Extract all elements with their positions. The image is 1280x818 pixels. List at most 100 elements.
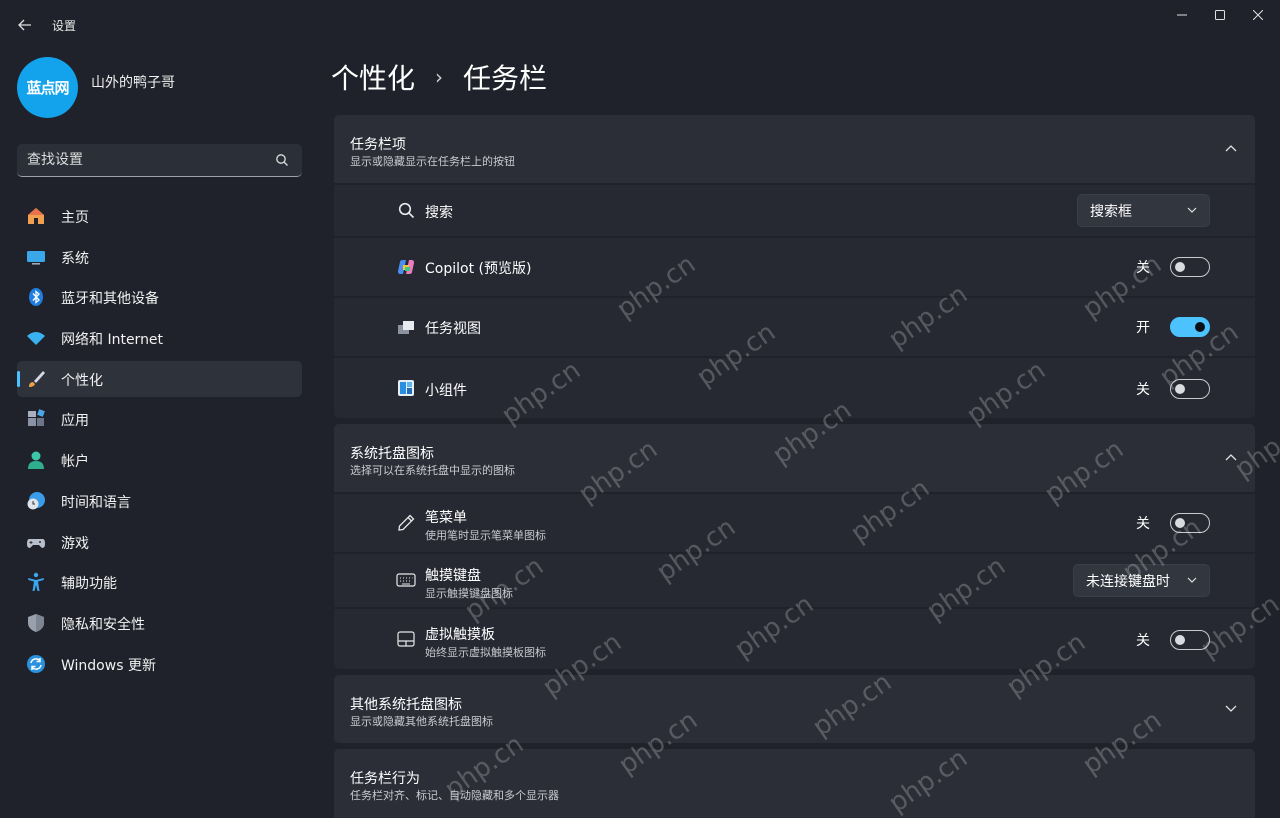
brush-icon (26, 369, 46, 389)
pen-menu-toggle[interactable] (1170, 513, 1210, 533)
toggle-knob (1175, 635, 1185, 645)
row-label: 小组件 (425, 383, 467, 399)
minimize-icon (1177, 14, 1187, 16)
search-input[interactable] (27, 150, 267, 170)
sidebar-item-label: Windows 更新 (61, 657, 156, 674)
close-icon (1253, 10, 1263, 20)
wifi-icon (26, 328, 46, 348)
avatar[interactable]: 蓝点网 (17, 57, 78, 118)
row-label: 笔菜单 (425, 510, 467, 526)
copilot-toggle-group: 关 (1136, 257, 1210, 277)
sidebar-item-system[interactable]: 系统 (17, 239, 302, 275)
task-view-toggle[interactable] (1170, 317, 1210, 337)
gamepad-icon (26, 532, 46, 552)
row-description: 显示触摸键盘图标 (425, 587, 513, 600)
user-name: 山外的鸭子哥 (91, 75, 175, 91)
sidebar-item-label: 帐户 (61, 454, 89, 471)
row-label: 触摸键盘 (425, 568, 481, 584)
home-icon (26, 206, 46, 226)
row-copilot: Copilot (预览版) 关 (334, 238, 1255, 296)
virtual-touchpad-toggle[interactable] (1170, 630, 1210, 650)
chevron-up-icon[interactable] (1225, 453, 1237, 461)
section-subtitle: 任务栏对齐、标记、自动隐藏和多个显示器 (350, 789, 559, 802)
sidebar-item-home[interactable]: 主页 (17, 198, 302, 234)
apps-icon (26, 409, 46, 429)
toggle-state-label: 关 (1136, 633, 1150, 649)
section-taskbar-behaviors-header[interactable]: 任务栏行为 任务栏对齐、标记、自动隐藏和多个显示器 (334, 749, 1255, 818)
chevron-down-icon[interactable] (1225, 705, 1237, 713)
virtual-touchpad-toggle-group: 关 (1136, 630, 1210, 650)
copilot-toggle[interactable] (1170, 257, 1210, 277)
windows-update-icon (26, 654, 46, 674)
sidebar-item-time-language[interactable]: 时间和语言 (17, 483, 302, 519)
search-style-dropdown[interactable]: 搜索框 (1077, 194, 1210, 227)
chevron-down-icon (1187, 577, 1197, 583)
toggle-state-label: 关 (1136, 260, 1150, 276)
sidebar-item-personalization[interactable]: 个性化 (17, 360, 302, 397)
toggle-state-label: 开 (1136, 320, 1150, 336)
section-taskbar-items-header[interactable]: 任务栏项 显示或隐藏显示在任务栏上的按钮 (334, 115, 1255, 183)
sidebar-item-accounts[interactable]: 帐户 (17, 442, 302, 478)
widgets-toggle-group: 关 (1136, 379, 1210, 399)
task-view-toggle-group: 开 (1136, 317, 1210, 337)
row-task-view: 任务视图 开 (334, 298, 1255, 356)
sidebar-item-windows-update[interactable]: Windows 更新 (17, 646, 302, 682)
sidebar-item-network[interactable]: 网络和 Internet (17, 320, 302, 356)
touch-keyboard-dropdown[interactable]: 未连接键盘时 (1073, 564, 1210, 597)
sidebar-item-apps[interactable]: 应用 (17, 401, 302, 437)
toggle-state-label: 关 (1136, 516, 1150, 532)
breadcrumb-parent[interactable]: 个性化 (331, 57, 415, 97)
touchpad-icon (396, 629, 416, 649)
section-title: 任务栏项 (350, 137, 406, 153)
section-other-tray-header[interactable]: 其他系统托盘图标 显示或隐藏其他系统托盘图标 (334, 675, 1255, 743)
sidebar-item-label: 系统 (61, 250, 89, 267)
widgets-toggle[interactable] (1170, 379, 1210, 399)
minimize-button[interactable] (1162, 4, 1202, 26)
sidebar-item-label: 游戏 (61, 535, 89, 552)
back-button[interactable] (12, 12, 38, 38)
sidebar-item-label: 隐私和安全性 (61, 616, 145, 633)
sidebar-item-privacy[interactable]: 隐私和安全性 (17, 605, 302, 641)
sidebar-item-label: 网络和 Internet (61, 332, 164, 349)
chevron-down-icon (1187, 207, 1197, 213)
system-monitor-icon (26, 247, 46, 267)
row-description: 使用笔时显示笔菜单图标 (425, 529, 546, 542)
sidebar-item-gaming[interactable]: 游戏 (17, 524, 302, 560)
task-view-icon (396, 317, 416, 337)
time-language-icon (26, 491, 46, 511)
accessibility-icon (26, 572, 46, 592)
sidebar-item-label: 时间和语言 (61, 494, 131, 511)
section-title: 其他系统托盘图标 (350, 697, 462, 713)
bluetooth-icon (26, 287, 46, 307)
row-widgets: 小组件 关 (334, 358, 1255, 418)
row-label: Copilot (预览版) (425, 261, 532, 277)
section-tray-icons-header[interactable]: 系统托盘图标 选择可以在系统托盘中显示的图标 (334, 424, 1255, 492)
pen-menu-toggle-group: 关 (1136, 513, 1210, 533)
breadcrumb: 个性化 › 任务栏 (331, 57, 547, 97)
section-subtitle: 显示或隐藏显示在任务栏上的按钮 (350, 155, 515, 168)
section-title: 任务栏行为 (350, 771, 420, 787)
sidebar-item-label: 辅助功能 (61, 576, 117, 593)
sidebar-item-label: 蓝牙和其他设备 (61, 291, 159, 308)
sidebar-item-bluetooth[interactable]: 蓝牙和其他设备 (17, 279, 302, 315)
page-title: 任务栏 (463, 62, 548, 95)
app-title: 设置 (52, 19, 77, 33)
search-icon (396, 200, 416, 220)
row-label: 任务视图 (425, 321, 481, 337)
sidebar-item-accessibility[interactable]: 辅助功能 (17, 564, 302, 600)
toggle-knob (1175, 262, 1185, 272)
row-pen-menu: 笔菜单 使用笔时显示笔菜单图标 关 (334, 494, 1255, 552)
sidebar-nav: 主页 系统 蓝牙和其他设备 网络和 Internet 个性化 应用 帐户 时间和… (17, 198, 302, 686)
row-search: 搜索 搜索框 (334, 185, 1255, 236)
row-description: 始终显示虚拟触摸板图标 (425, 646, 546, 659)
toggle-knob (1175, 384, 1185, 394)
search-icon[interactable] (275, 153, 289, 167)
settings-search[interactable] (17, 144, 302, 177)
chevron-up-icon[interactable] (1225, 144, 1237, 152)
pen-icon (396, 513, 416, 533)
maximize-button[interactable] (1200, 4, 1240, 26)
avatar-text: 蓝点网 (26, 79, 69, 97)
section-subtitle: 选择可以在系统托盘中显示的图标 (350, 464, 515, 477)
row-touch-keyboard: 触摸键盘 显示触摸键盘图标 未连接键盘时 (334, 554, 1255, 607)
close-button[interactable] (1238, 4, 1278, 26)
